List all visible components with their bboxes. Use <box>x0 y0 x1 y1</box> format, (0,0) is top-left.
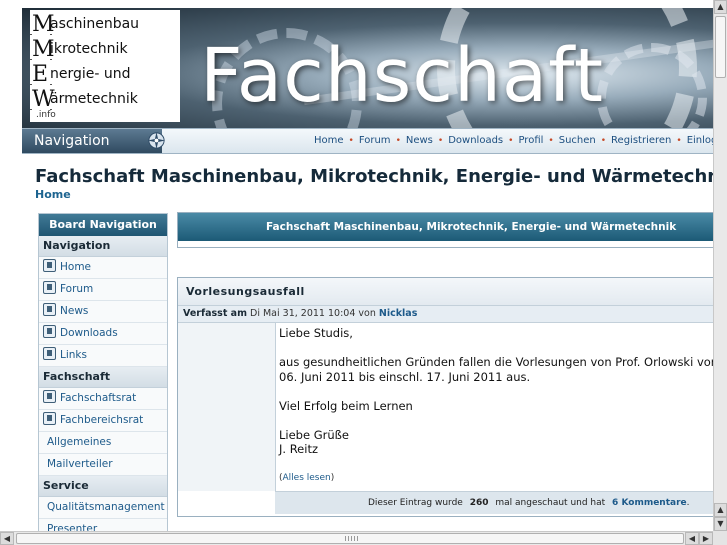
menu-einloggen-link[interactable]: Einloggen <box>687 135 713 146</box>
main-title-box: Fachschaft Maschinenbau, Mikrotechnik, E… <box>177 212 713 248</box>
post-side-column <box>178 323 276 491</box>
sidebar-item-qualitaetsmanagement[interactable]: Qualitätsmanagement <box>39 497 167 519</box>
post-line: 06. Juni 2011 bis einschl. 17. Juni 2011… <box>279 369 531 384</box>
comments-link[interactable]: 6 Kommentare <box>612 498 687 508</box>
post-meta-label: Verfasst am <box>183 308 247 319</box>
banner-title: Fachschaft <box>200 33 604 119</box>
board-navigation-sidebar: Board Navigation Navigation Home Forum N… <box>38 213 168 531</box>
sidebar-section-fachschaft: Fachschaft <box>39 367 167 388</box>
read-more: (Alles lesen) <box>279 473 335 483</box>
breadcrumb-home-link[interactable]: Home <box>35 188 71 201</box>
sidebar-item-news[interactable]: News <box>39 301 167 323</box>
menu-separator: • <box>395 136 401 146</box>
sidebar-section-service: Service <box>39 476 167 497</box>
info-icon <box>43 412 56 425</box>
menu-home-link[interactable]: Home <box>314 135 344 146</box>
logo-row: Maschinenbau <box>32 12 140 37</box>
post-line: aus gesundheitlichen Gründen fallen die … <box>279 355 713 369</box>
menu-news-link[interactable]: News <box>406 135 433 146</box>
sidebar-item-allgemeines[interactable]: Allgemeines <box>39 432 167 454</box>
scroll-left-icon[interactable]: ◀ <box>0 532 14 545</box>
menu-separator: • <box>508 136 514 146</box>
menu-separator: • <box>600 136 607 146</box>
logo-row: Mikrotechnik <box>32 37 128 62</box>
vertical-scroll-thumb[interactable] <box>715 16 726 78</box>
horizontal-scrollbar[interactable]: ◀ ◀ ▶ <box>0 531 713 545</box>
sidebar-item-downloads[interactable]: Downloads <box>39 323 167 345</box>
post-closing: Liebe Grüße <box>279 427 349 442</box>
menu-separator: • <box>348 136 354 146</box>
downloads-icon <box>43 325 56 338</box>
top-menu: Home • Forum • News • Downloads • Profil • Suchen •… <box>314 129 713 153</box>
menu-separator: • <box>676 136 682 146</box>
post-date: Di Mai 31, 2011 10:04 von <box>250 308 376 319</box>
scroll-right-icon[interactable]: ▶ <box>699 532 713 545</box>
browser-viewport: Fachschaft Maschinenbau Mikrotechnik Ene… <box>0 0 713 531</box>
scroll-up-icon[interactable]: ▲ <box>714 0 727 14</box>
sidebar-item-mailverteiler[interactable]: Mailverteiler <box>39 454 167 476</box>
post-signature: J. Reitz <box>279 442 318 456</box>
menu-suchen-link[interactable]: Suchen <box>559 135 596 146</box>
scroll-down-icon[interactable]: ▼ <box>714 517 727 531</box>
sidebar-item-links[interactable]: Links <box>39 345 167 367</box>
menu-profil-link[interactable]: Profil <box>518 135 543 146</box>
main-title-bar: Fachschaft Maschinenbau, Mikrotechnik, E… <box>178 213 713 241</box>
post-title-row: Vorlesungsausfall <box>178 278 713 306</box>
forum-icon <box>43 281 56 294</box>
sidebar-item-presenter[interactable]: Presenter <box>39 519 167 531</box>
view-count: 260 <box>469 498 489 508</box>
sidebar-item-fachbereichsrat[interactable]: Fachbereichsrat <box>39 410 167 432</box>
site-logo[interactable]: Maschinenbau Mikrotechnik Energie- und W… <box>30 10 180 122</box>
post-meta: Verfasst am Di Mai 31, 2011 10:04 von Ni… <box>178 306 713 323</box>
news-icon <box>43 303 56 316</box>
site-banner: Fachschaft Maschinenbau Mikrotechnik Ene… <box>22 8 713 128</box>
navigation-label: Navigation <box>34 133 110 149</box>
menu-forum-link[interactable]: Forum <box>359 135 391 146</box>
post-greeting: Liebe Studis, <box>279 326 353 340</box>
logo-suffix: .info <box>36 110 56 120</box>
footer-prefix: Dieser Eintrag wurde <box>368 498 463 508</box>
main-box-title: Fachschaft Maschinenbau, Mikrotechnik, E… <box>266 221 677 233</box>
sidebar-item-forum[interactable]: Forum <box>39 279 167 301</box>
sidebar-item-home[interactable]: Home <box>39 257 167 279</box>
news-post: Vorlesungsausfall Verfasst am Di Mai 31,… <box>177 277 713 517</box>
page-title: Fachschaft Maschinenbau, Mikrotechnik, E… <box>35 166 713 187</box>
footer-end: . <box>686 498 690 508</box>
post-author-link[interactable]: Nicklas <box>379 308 417 319</box>
menu-registrieren-link[interactable]: Registrieren <box>611 135 671 146</box>
sidebar-item-fachschaftsrat[interactable]: Fachschaftsrat <box>39 388 167 410</box>
top-navigation-bar: Navigation Home • Forum • News • Downloads • Pro… <box>22 128 713 154</box>
sidebar-header: Board Navigation <box>39 214 167 236</box>
post-title[interactable]: Vorlesungsausfall <box>186 278 305 305</box>
footer-mid: mal angeschaut und hat <box>495 498 606 508</box>
menu-separator: • <box>437 136 444 146</box>
sidebar-section-navigation: Navigation <box>39 236 167 257</box>
logo-row: Energie- und <box>32 62 131 87</box>
post-body: Liebe Studis, aus gesundheitlichen Gründ… <box>279 326 713 457</box>
vertical-scrollbar[interactable]: ▲ ▲ ▼ <box>713 0 727 531</box>
scroll-up-icon[interactable]: ▲ <box>714 503 727 517</box>
scroll-left-icon[interactable]: ◀ <box>685 532 699 545</box>
post-footer: Dieser Eintrag wurde 260 mal angeschaut … <box>275 491 713 514</box>
compass-icon <box>147 131 166 150</box>
post-wish: Viel Erfolg beim Lernen <box>279 398 413 413</box>
home-icon <box>43 259 56 272</box>
menu-downloads-link[interactable]: Downloads <box>448 135 503 146</box>
read-more-link[interactable]: Alles lesen <box>283 473 331 483</box>
info-icon <box>43 390 56 403</box>
horizontal-scroll-thumb[interactable] <box>16 533 684 544</box>
scrollbar-corner <box>713 531 727 545</box>
logo-row: Wärmetechnik <box>32 87 138 112</box>
links-icon <box>43 347 56 360</box>
menu-separator: • <box>548 136 554 146</box>
